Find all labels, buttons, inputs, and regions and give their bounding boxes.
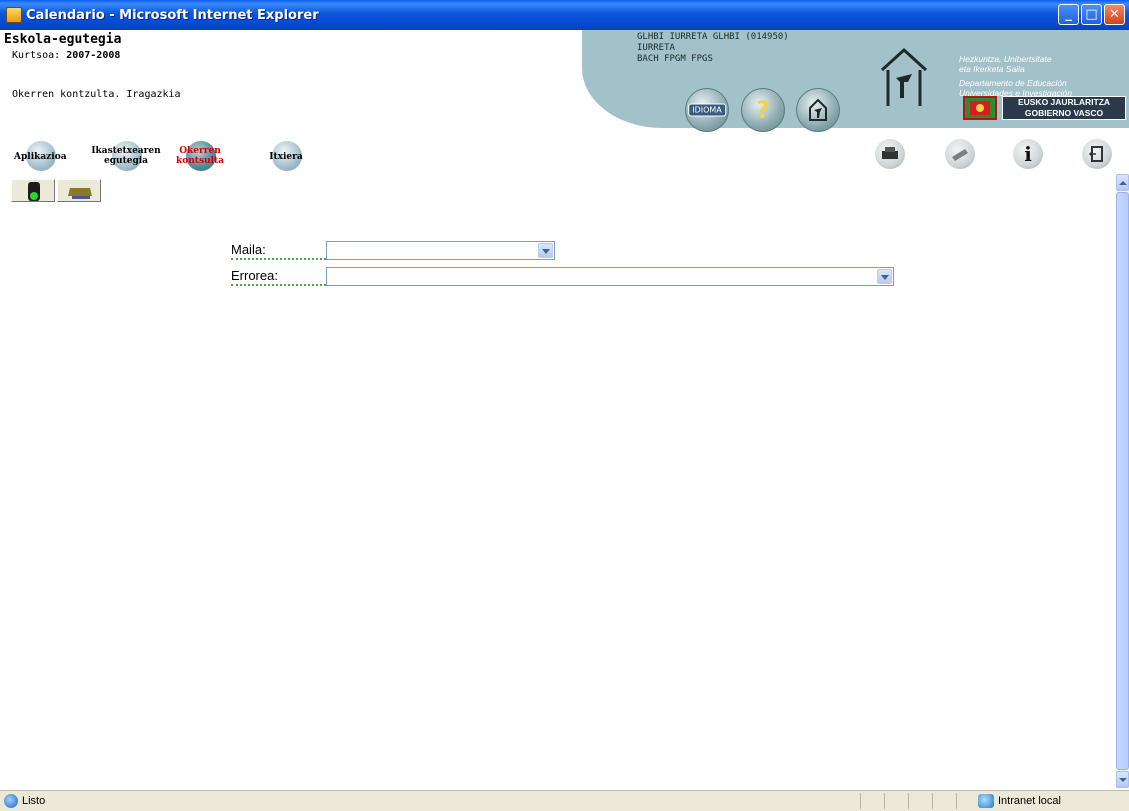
course-label: Kurtsoa:: [12, 50, 61, 61]
calendar-tool-button[interactable]: [875, 139, 905, 169]
ie-icon: [6, 7, 22, 23]
info-icon: i: [1024, 142, 1032, 166]
exit-button[interactable]: [1082, 139, 1112, 169]
info-button[interactable]: i: [1013, 139, 1043, 169]
home-button[interactable]: [796, 88, 840, 132]
app-name: Eskola-egutegia: [4, 32, 122, 47]
mail-button[interactable]: [945, 139, 975, 169]
coat-of-arms-icon: [963, 96, 997, 120]
close-button[interactable]: ✕: [1104, 4, 1125, 25]
school-info: GLHBI IURRETA GLHBI (014950) IURRETA BAC…: [637, 32, 789, 65]
intranet-icon: [978, 794, 994, 808]
school-line-3: BACH FPGM FPGS: [637, 54, 713, 64]
course-info: Kurtsoa: 2007-2008: [12, 50, 120, 61]
status-text: Listo: [22, 795, 46, 807]
maila-label: Maila:: [231, 242, 326, 260]
maximize-button[interactable]: □: [1081, 4, 1102, 25]
department-logo: [880, 48, 928, 106]
title-bar: Calendario - Microsoft Internet Explorer…: [0, 0, 1129, 30]
traffic-light-icon: [28, 182, 40, 201]
house-icon: [809, 98, 827, 121]
filter-button[interactable]: [11, 179, 55, 202]
scroll-thumb[interactable]: [1116, 192, 1129, 770]
nav-okerren-kontsulta-label[interactable]: Okerren kontsulta: [172, 146, 228, 166]
course-value: 2007-2008: [66, 50, 121, 61]
page-icon: [4, 794, 18, 808]
vertical-scrollbar[interactable]: [1116, 174, 1129, 788]
help-button[interactable]: ?: [741, 88, 785, 132]
door-icon: [1088, 146, 1103, 162]
maila-select-value: [327, 246, 330, 260]
chevron-down-icon[interactable]: [538, 243, 553, 258]
errorea-select-value: [327, 272, 330, 286]
errorea-select[interactable]: [326, 267, 894, 286]
department-name: Hezkuntza, Unibertsitate eta Ikerketa Sa…: [959, 54, 1072, 98]
maila-select[interactable]: [326, 241, 555, 260]
nav-ikastetxearen-egutegia-label[interactable]: Ikastetxearen egutegia: [88, 146, 164, 166]
scroll-up-button[interactable]: [1116, 174, 1129, 191]
export-icon: [68, 188, 92, 199]
excel-export-button[interactable]: [57, 179, 101, 202]
language-button[interactable]: IDIOMA: [685, 88, 729, 132]
zone-text: Intranet local: [998, 795, 1061, 807]
chevron-down-icon[interactable]: [877, 269, 892, 284]
gobierno-vasco-text: EUSKO JAURLARITZA GOBIERNO VASCO: [1002, 96, 1126, 120]
window-title: Calendario - Microsoft Internet Explorer: [26, 7, 319, 23]
errorea-label: Errorea:: [231, 268, 326, 286]
school-line-1: GLHBI IURRETA GLHBI (014950): [637, 32, 789, 42]
status-panels: [860, 793, 980, 809]
school-line-2: IURRETA: [637, 43, 675, 53]
status-bar: Listo Intranet local: [0, 790, 1129, 811]
nav-itxiera-label[interactable]: Itxiera: [262, 152, 310, 162]
scroll-down-button[interactable]: [1116, 771, 1129, 788]
minimize-button[interactable]: _: [1058, 4, 1079, 25]
action-toolbar: [11, 179, 101, 202]
nav-aplikazioa-label[interactable]: Aplikazioa: [14, 152, 67, 162]
printer-icon: [882, 147, 898, 159]
security-zone: Intranet local: [978, 794, 1061, 808]
page-subtitle: Okerren kontzulta. Iragazkia: [12, 89, 181, 100]
envelope-icon: [952, 149, 968, 161]
